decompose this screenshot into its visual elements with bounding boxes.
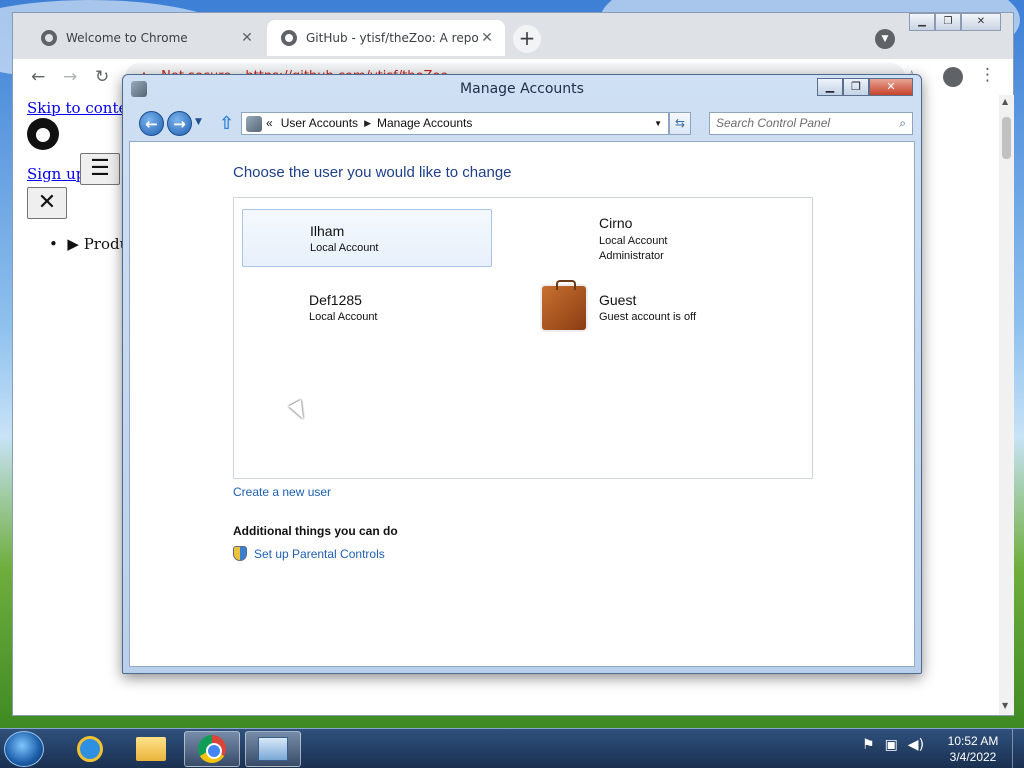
system-tray: ⚑ ▣ ◀) xyxy=(862,737,924,753)
parental-controls-link[interactable]: Set up Parental Controls xyxy=(233,546,385,561)
new-tab-button[interactable]: + xyxy=(513,25,541,53)
menu-kebab-icon[interactable]: ⋮ xyxy=(979,65,996,85)
taskbar-chrome[interactable] xyxy=(184,731,240,767)
network-icon[interactable]: ▣ xyxy=(885,737,898,753)
reload-icon[interactable]: ↻ xyxy=(95,67,109,87)
close-button[interactable]: ✕ xyxy=(869,78,913,96)
tab-close-icon[interactable]: ✕ xyxy=(479,30,495,46)
address-breadcrumb[interactable]: « User Accounts ▶ Manage Accounts ▼ xyxy=(241,112,669,135)
minimize-button[interactable]: ▁ xyxy=(817,78,843,96)
tab-label: Welcome to Chrome xyxy=(66,31,188,45)
up-arrow-icon[interactable]: ⇧ xyxy=(219,113,234,134)
product-label: ▶ Produ xyxy=(67,235,130,253)
create-new-user-link[interactable]: Create a new user xyxy=(233,485,331,499)
window-title: Manage Accounts xyxy=(460,81,584,97)
user-account-status: Guest account is off xyxy=(599,311,697,323)
tab-github[interactable]: GitHub - ytisf/theZoo: A reposito ✕ xyxy=(267,20,505,56)
scroll-down-icon[interactable]: ▼ xyxy=(1002,701,1008,710)
window-controls: ▁ ❐ ✕ xyxy=(817,78,913,96)
user-account-type: Local Account xyxy=(599,235,668,247)
hamburger-menu-button[interactable]: ☰ xyxy=(80,153,120,185)
show-desktop-button[interactable] xyxy=(1012,729,1024,768)
search-input[interactable]: Search Control Panel ⌕ xyxy=(709,112,913,135)
clock[interactable]: 10:52 AM 3/4/2022 xyxy=(940,733,1006,765)
search-icon[interactable]: ⌕ xyxy=(899,113,906,134)
maximize-button[interactable]: ❐ xyxy=(843,78,869,96)
taskbar: ⚑ ▣ ◀) 10:52 AM 3/4/2022 xyxy=(0,728,1024,768)
user-account-type: Local Account xyxy=(309,311,378,323)
close-button[interactable]: ✕ xyxy=(961,13,1001,31)
chrome-icon xyxy=(198,735,226,763)
manage-accounts-window: Manage Accounts ▁ ❐ ✕ ← → ▼ ⇧ « User Acc… xyxy=(122,74,922,674)
user-list: Ilham Local Account Cirno Local Account … xyxy=(233,197,813,479)
user-name: Def1285 xyxy=(309,292,362,308)
profile-icon[interactable] xyxy=(943,67,963,87)
breadcrumb-overflow[interactable]: « xyxy=(266,113,273,134)
start-button[interactable] xyxy=(4,731,44,767)
chrome-window-controls: ▁ ❐ ✕ xyxy=(909,13,1001,31)
minimize-button[interactable]: ▁ xyxy=(909,13,935,31)
taskbar-control-panel[interactable] xyxy=(245,731,301,767)
tab-welcome[interactable]: Welcome to Chrome ✕ xyxy=(27,20,265,56)
volume-icon[interactable]: ◀) xyxy=(908,737,924,753)
taskbar-internet-explorer[interactable] xyxy=(62,731,118,767)
internet-explorer-icon xyxy=(77,736,103,762)
forward-arrow-icon[interactable]: → xyxy=(63,67,77,87)
action-center-flag-icon[interactable]: ⚑ xyxy=(862,737,875,753)
product-disclosure[interactable]: • ▶ Produ xyxy=(49,235,129,253)
back-arrow-icon[interactable]: ← xyxy=(31,67,45,87)
control-panel-icon xyxy=(258,737,288,761)
close-menu-button[interactable]: ✕ xyxy=(27,187,67,219)
recent-pages-dropdown-icon[interactable]: ▼ xyxy=(195,117,202,127)
globe-icon xyxy=(41,30,57,46)
scroll-thumb[interactable] xyxy=(1002,117,1011,159)
forward-button[interactable]: → xyxy=(167,111,192,136)
breadcrumb-manage-accounts[interactable]: Manage Accounts xyxy=(377,113,472,134)
user-tile-guest[interactable]: Guest Guest account is off xyxy=(532,280,782,338)
user-name: Cirno xyxy=(599,215,633,231)
back-button[interactable]: ← xyxy=(139,111,164,136)
taskbar-file-explorer[interactable] xyxy=(123,731,179,767)
globe-icon xyxy=(281,30,297,46)
breadcrumb-user-accounts[interactable]: User Accounts xyxy=(281,113,358,134)
parental-controls-label: Set up Parental Controls xyxy=(254,546,385,561)
refresh-button[interactable]: ⇆ xyxy=(669,112,691,135)
clock-time: 10:52 AM xyxy=(947,734,999,748)
breadcrumb-separator-icon[interactable]: ▶ xyxy=(364,113,371,134)
clock-date: 3/4/2022 xyxy=(949,750,997,764)
user-tile-cirno[interactable]: Cirno Local Account Administrator xyxy=(532,209,782,275)
shield-icon xyxy=(233,546,247,561)
search-placeholder: Search Control Panel xyxy=(716,116,831,130)
sign-up-link[interactable]: Sign up xyxy=(27,165,85,183)
page-scrollbar[interactable]: ▲ ▼ xyxy=(999,95,1014,715)
scroll-up-icon[interactable]: ▲ xyxy=(1002,97,1008,106)
user-name: Ilham xyxy=(310,223,345,239)
user-account-type: Local Account xyxy=(310,242,379,254)
chrome-tab-strip: Welcome to Chrome ✕ GitHub - ytisf/theZo… xyxy=(13,13,1013,59)
tab-search-icon[interactable]: ▼ xyxy=(875,29,895,49)
address-dropdown-icon[interactable]: ▼ xyxy=(654,113,662,134)
tab-label: GitHub - ytisf/theZoo: A reposito xyxy=(306,31,479,45)
user-tile-ilham[interactable]: Ilham Local Account xyxy=(242,209,492,267)
github-logo-icon[interactable] xyxy=(27,118,59,150)
additional-tasks-heading: Additional things you can do xyxy=(233,524,398,538)
control-panel-icon xyxy=(246,115,262,132)
suitcase-icon xyxy=(540,280,588,332)
user-tile-def1285[interactable]: Def1285 Local Account xyxy=(242,280,492,338)
navigation-bar: ← → ▼ ⇧ « User Accounts ▶ Manage Account… xyxy=(135,111,917,137)
user-name: Guest xyxy=(599,292,637,308)
maximize-button[interactable]: ❐ xyxy=(935,13,961,31)
tab-close-icon[interactable]: ✕ xyxy=(239,30,255,46)
user-role: Administrator xyxy=(599,250,664,262)
content-pane: Choose the user you would like to change… xyxy=(129,141,915,667)
page-title: Choose the user you would like to change xyxy=(233,164,512,181)
folder-icon xyxy=(136,737,166,761)
